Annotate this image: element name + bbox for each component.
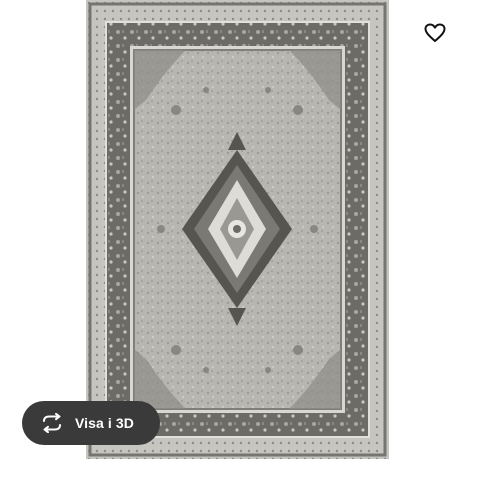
rug-image: [86, 0, 389, 459]
view-3d-button[interactable]: Visa i 3D: [22, 401, 160, 445]
product-image[interactable]: [86, 0, 389, 459]
view-3d-label: Visa i 3D: [75, 415, 135, 431]
favorite-button[interactable]: [420, 18, 450, 48]
heart-outline-icon: [424, 23, 446, 42]
rotate-3d-icon: [43, 413, 61, 433]
